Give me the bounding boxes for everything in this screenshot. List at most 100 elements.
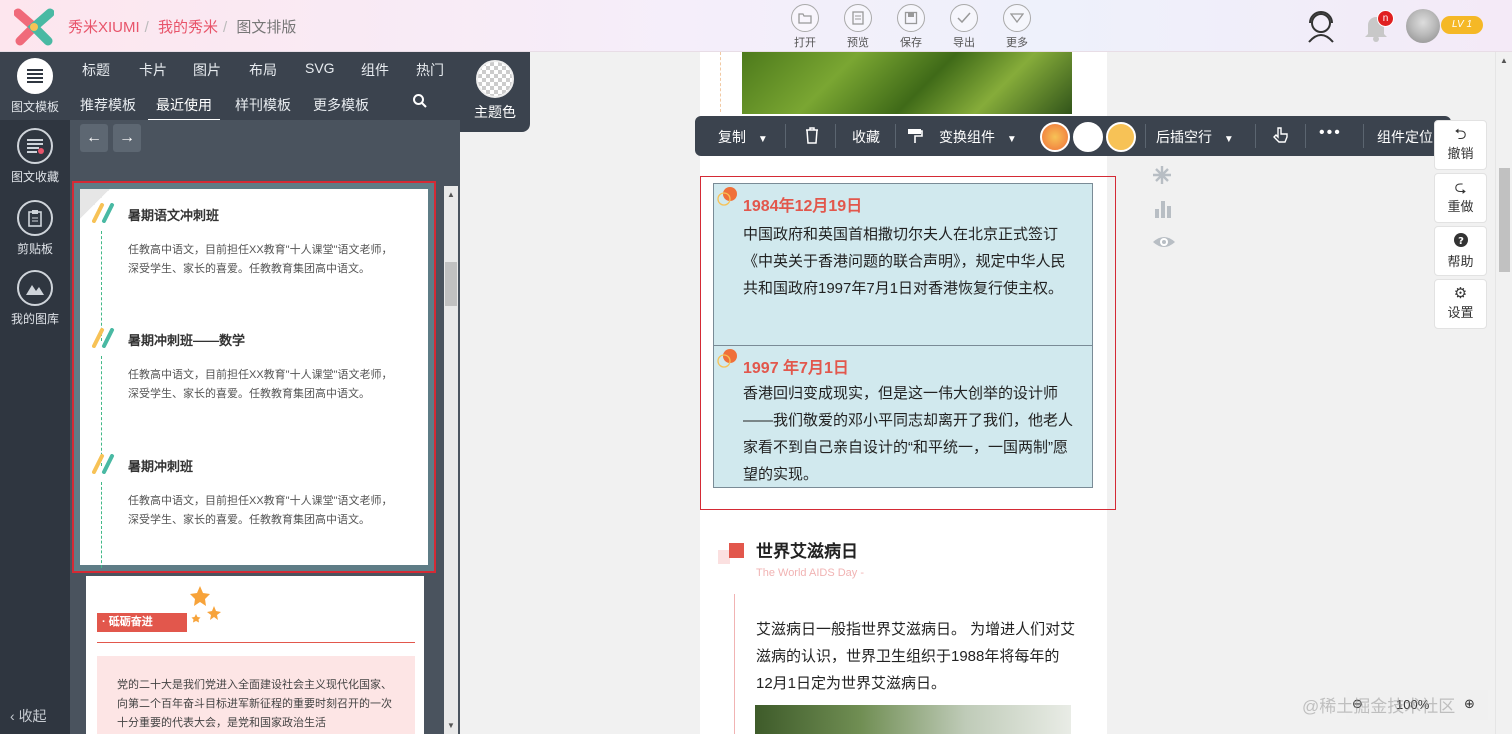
transparent-swatch-icon xyxy=(476,60,514,98)
back-arrow-button[interactable]: ← xyxy=(80,124,108,152)
section-subtitle: The World AIDS Day - xyxy=(756,567,864,579)
item-title: 暑期语文冲刺班 xyxy=(128,208,220,223)
timeline-card[interactable]: 1984年12月19日 中国政府和英国首相撒切尔夫人在北京正式签订《中英关于香港… xyxy=(713,183,1093,346)
collapse-button[interactable]: ‹ 收起 xyxy=(10,706,47,726)
export-button[interactable]: 导出 xyxy=(944,4,984,50)
more-options-button[interactable]: ••• xyxy=(1319,124,1342,142)
orb-decoration-icon xyxy=(717,349,737,368)
sparkle-icon[interactable] xyxy=(1152,165,1172,185)
redo-label: 重做 xyxy=(1447,199,1474,214)
breadcrumb-my-xiumi[interactable]: 我的秀米 xyxy=(158,19,218,36)
item-title: 暑期冲刺班 xyxy=(128,459,194,474)
tab-more-templates[interactable]: 更多模板 xyxy=(313,95,369,115)
component-toolbar: 复制 ▼ 收藏 变换组件 ▼ 后插空行 ▼ ••• 组件定位 xyxy=(695,116,1451,156)
tab-title[interactable]: 标题 xyxy=(82,60,110,80)
zoom-in-icon[interactable]: ⊕ xyxy=(1464,696,1475,712)
color-swatch-orange[interactable] xyxy=(1040,122,1070,152)
timeline-text: 香港回归变成现实，但是这一伟大创举的设计师——我们敬爱的邓小平同志却离开了我们，… xyxy=(743,385,1074,483)
tab-image[interactable]: 图片 xyxy=(193,60,221,80)
search-icon[interactable] xyxy=(412,93,428,109)
collect-button[interactable]: 收藏 xyxy=(852,127,880,147)
main-scrollbar[interactable]: ▲ xyxy=(1495,52,1512,734)
article-image[interactable] xyxy=(755,705,1071,734)
rail-item-templates[interactable]: 图文模板 xyxy=(0,52,70,120)
save-button[interactable]: 保存 xyxy=(891,4,931,50)
pointer-hand-icon[interactable] xyxy=(1271,126,1289,144)
xiumi-logo-icon[interactable] xyxy=(14,7,54,47)
breadcrumb: 秀米XIUMI / 我的秀米 / 图文排版 xyxy=(68,19,297,36)
more-button[interactable]: 更多 xyxy=(997,4,1037,50)
template-card-selected[interactable]: 暑期语文冲刺班 任教高中语文，目前担任XX教育"十人课堂"语文老师，深受学生、家… xyxy=(72,181,436,573)
top-bar: 秀米XIUMI / 我的秀米 / 图文排版 打开 预览 保存 导出 更多 n LV … xyxy=(0,0,1512,52)
insert-after-button[interactable]: 后插空行 ▼ xyxy=(1156,127,1234,147)
tab-sample[interactable]: 样刊模板 xyxy=(235,95,291,115)
forward-arrow-button[interactable]: → xyxy=(113,124,141,152)
export-check-icon xyxy=(950,4,978,32)
timeline-date: 1997 年7月1日 xyxy=(743,360,849,377)
divider xyxy=(835,124,836,148)
scroll-down-arrow[interactable]: ▼ xyxy=(447,721,455,730)
timeline-line xyxy=(101,231,102,341)
watermark: @稀土掘金技术社区 xyxy=(1302,697,1456,716)
redo-button[interactable]: ⮎ 重做 xyxy=(1434,173,1487,223)
help-button[interactable]: ? 帮助 xyxy=(1434,226,1487,276)
template-card-content: 暑期语文冲刺班 任教高中语文，目前担任XX教育"十人课堂"语文老师，深受学生、家… xyxy=(80,189,428,568)
template-list-scrollbar[interactable]: ▲ ▼ xyxy=(444,186,458,734)
locate-component-button[interactable]: 组件定位 xyxy=(1377,127,1433,147)
color-swatch-yellow[interactable] xyxy=(1106,122,1136,152)
timeline-card[interactable]: 1997 年7月1日 香港回归变成现实，但是这一伟大创举的设计师——我们敬爱的邓… xyxy=(713,345,1093,488)
rail-item-clipboard[interactable]: 剪贴板 xyxy=(0,200,70,257)
rail-item-library[interactable]: 我的图库 xyxy=(0,270,70,327)
brand-link[interactable]: 秀米XIUMI xyxy=(68,19,140,36)
insert-after-label: 后插空行 xyxy=(1156,129,1212,145)
scroll-up-arrow[interactable]: ▲ xyxy=(447,190,455,199)
undo-label: 撤销 xyxy=(1447,146,1474,161)
copy-button[interactable]: 复制 ▼ xyxy=(718,127,768,147)
trash-icon[interactable] xyxy=(804,126,820,144)
eye-icon[interactable] xyxy=(1152,232,1176,252)
tea-field-image[interactable] xyxy=(742,52,1072,114)
scrollbar-thumb[interactable] xyxy=(1499,168,1510,272)
timeline-line xyxy=(101,482,102,568)
save-icon xyxy=(897,4,925,32)
tag-label: · 砥砺奋进 xyxy=(97,613,187,632)
rail-item-favorites[interactable]: 图文收藏 xyxy=(0,128,70,185)
tab-component[interactable]: 组件 xyxy=(361,60,389,80)
user-support-icon[interactable] xyxy=(1305,8,1337,44)
tab-hot[interactable]: 热门 xyxy=(416,60,444,80)
theme-color-button[interactable]: 主题色 xyxy=(460,52,530,132)
scroll-up-arrow[interactable]: ▲ xyxy=(1500,56,1508,65)
preview-button[interactable]: 预览 xyxy=(838,4,878,50)
orb-decoration-icon xyxy=(717,187,737,206)
transform-label: 变换组件 xyxy=(939,129,995,145)
tab-layout[interactable]: 布局 xyxy=(249,60,277,80)
collapse-label: 收起 xyxy=(18,708,47,724)
svg-text:?: ? xyxy=(1458,236,1464,247)
tab-card[interactable]: 卡片 xyxy=(139,60,167,80)
caret-down-icon: ▼ xyxy=(1223,134,1234,145)
more-label: 更多 xyxy=(1006,37,1028,49)
slash-decoration-icon xyxy=(92,454,114,474)
tab-recent[interactable]: 最近使用 xyxy=(148,95,220,121)
tab-recommended[interactable]: 推荐模板 xyxy=(80,95,136,115)
card-text: 党的二十大是我们党进入全面建设社会主义现代化国家、向第二个百年奋斗目标进军新征程… xyxy=(117,679,392,729)
open-button[interactable]: 打开 xyxy=(785,4,825,50)
avatar[interactable] xyxy=(1406,9,1440,43)
paint-roller-icon xyxy=(908,129,923,143)
undo-button[interactable]: ⮌ 撤销 xyxy=(1434,120,1487,170)
settings-label: 设置 xyxy=(1447,305,1474,320)
help-icon: ? xyxy=(1435,233,1486,251)
timeline-date: 1984年12月19日 xyxy=(743,198,863,215)
slash-decoration-icon xyxy=(92,203,114,223)
divider xyxy=(1255,124,1256,148)
scrollbar-thumb[interactable] xyxy=(445,262,457,306)
template-card[interactable]: · 砥砺奋进 党的二十大是我们党进入全面建设社会主义现代化国家、向第二个百年奋斗… xyxy=(86,576,424,734)
tab-svg[interactable]: SVG xyxy=(305,60,335,76)
settings-button[interactable]: ⚙ 设置 xyxy=(1434,279,1487,329)
section-title: 世界艾滋病日 xyxy=(756,542,858,561)
slash-decoration-icon xyxy=(92,328,114,348)
color-swatch-white[interactable] xyxy=(1073,122,1103,152)
bar-chart-icon[interactable] xyxy=(1152,198,1174,220)
transform-button[interactable]: 变换组件 ▼ xyxy=(939,127,1017,147)
rail-label-favorites: 图文收藏 xyxy=(10,170,59,184)
